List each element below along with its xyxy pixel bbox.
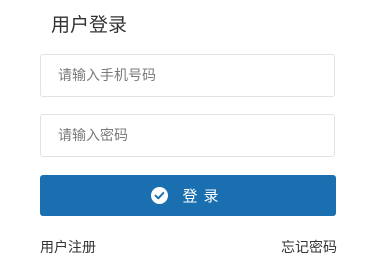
register-link[interactable]: 用户注册: [40, 238, 96, 258]
check-circle-icon: [151, 187, 169, 204]
password-input[interactable]: [40, 114, 335, 157]
login-button-label: 登录: [182, 187, 225, 205]
login-panel: 用户登录 登录 用户注册 忘记密码: [0, 0, 368, 271]
login-button[interactable]: 登录: [40, 175, 336, 216]
page-title: 用户登录: [51, 14, 128, 36]
phone-input[interactable]: [40, 54, 335, 97]
forgot-password-link[interactable]: 忘记密码: [281, 238, 337, 258]
